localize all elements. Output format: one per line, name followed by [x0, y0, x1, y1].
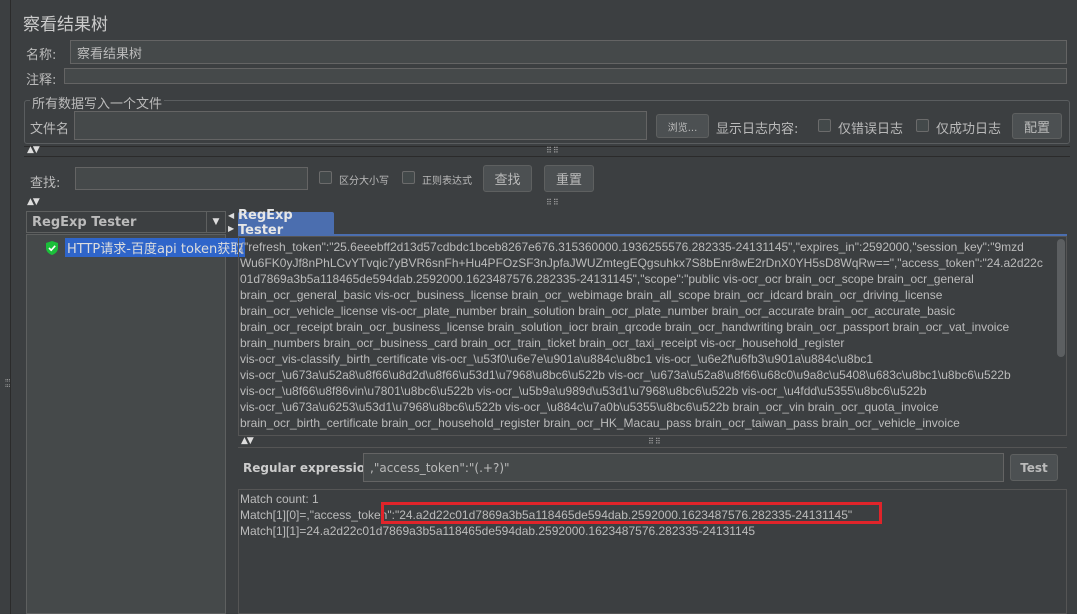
tree-item-label: HTTP请求-百度api token获取	[65, 238, 246, 257]
success-shield-icon	[45, 240, 59, 255]
file-section-legend: 所有数据写入一个文件	[30, 93, 165, 112]
success-only-checkbox[interactable]	[916, 119, 929, 132]
match-0-prefix: Match[1][0]=,"access_toke	[240, 508, 381, 522]
splitter2-arrows-icon[interactable]: ▲▼	[27, 197, 40, 207]
filename-input[interactable]	[74, 111, 647, 140]
search-input[interactable]	[75, 167, 308, 190]
match-1-line: Match[1][1]=24.a2d22c01d7869a3b5a118465d…	[240, 524, 756, 538]
results-tree[interactable]	[26, 234, 226, 614]
config-button[interactable]: 配置	[1012, 113, 1062, 139]
filename-label: 文件名	[30, 122, 70, 137]
chevron-down-icon: ▼	[206, 212, 225, 232]
find-button-label: 查找	[494, 173, 521, 188]
splitter-line	[24, 156, 1070, 157]
errors-only-checkbox[interactable]	[818, 119, 831, 132]
comment-field[interactable]	[64, 68, 1067, 84]
case-sensitive-label: 区分大小写	[339, 176, 389, 187]
name-field[interactable]: 察看结果树	[70, 40, 1067, 64]
renderer-select[interactable]: RegExp Tester ▼	[26, 211, 226, 233]
response-line: brain_ocr_birth_certificate brain_ocr_ho…	[240, 416, 960, 430]
name-label: 名称:	[26, 48, 57, 63]
response-line: vis-ocr_\u673a\u6253\u53d1\u7968\u8bc6\u…	[240, 400, 939, 414]
response-line: brain_numbers brain_ocr_business_card br…	[240, 336, 845, 350]
splitter-grip-icon[interactable]: ⠿⠿	[546, 146, 560, 155]
regex-label: 正则表达式	[422, 176, 472, 187]
page-title: 察看结果树	[23, 15, 108, 35]
response-line: brain_ocr_receipt brain_ocr_business_lic…	[240, 320, 1010, 334]
browse-button[interactable]: 浏览...	[656, 114, 709, 138]
tab-regexp-tester[interactable]: RegExp Tester	[238, 208, 334, 238]
name-field-value: 察看结果树	[77, 46, 143, 62]
left-edge-grip-icon[interactable]: ⠿⠿	[3, 378, 10, 389]
response-line: vis-ocr_\u673a\u52a8\u8f66\u8d2d\u8f66\u…	[240, 368, 1011, 382]
splitter2-grip-icon[interactable]: ⠿⠿	[546, 198, 560, 207]
test-button[interactable]: Test	[1010, 454, 1058, 481]
response-line: brain_ocr_general_basic vis-ocr_business…	[240, 288, 943, 302]
left-edge-handle[interactable]	[0, 0, 11, 614]
response-lines: {"refresh_token":"25.6eeebff2d13d57cdbdc…	[239, 237, 1066, 431]
response-line: brain_ocr_vehicle_license vis-ocr_plate_…	[240, 304, 956, 318]
splitter3-arrows-icon[interactable]: ▲▼	[241, 436, 254, 446]
regex-expression-input[interactable]: ,"access_token":"(.+?)"	[363, 453, 1004, 482]
reset-button-label: 重置	[555, 173, 582, 188]
vertical-splitter-left-arrow-icon[interactable]: ◀	[228, 211, 234, 220]
regex-expression-label: Regular expression:	[243, 461, 379, 475]
tree-item[interactable]: HTTP请求-百度api token获取	[45, 238, 246, 257]
errors-only-label: 仅错误日志	[838, 122, 904, 137]
response-line: vis-ocr_\u8f66\u8f86vin\u7801\u8bc6\u522…	[240, 384, 927, 398]
response-line: 01d7869a3b5a118465de594dab.2592000.16234…	[240, 272, 974, 286]
response-text-area[interactable]: {"refresh_token":"25.6eeebff2d13d57cdbdc…	[238, 236, 1067, 436]
find-button[interactable]: 查找	[483, 165, 532, 192]
regex-checkbox[interactable]	[402, 171, 415, 184]
case-sensitive-checkbox[interactable]	[319, 171, 332, 184]
response-scrollbar[interactable]	[1057, 239, 1065, 357]
response-line: Wu6FK0yJf8nPhLCvYTvqic7yBVR6snFh+Hu4PFOz…	[240, 256, 1043, 270]
search-label: 查找:	[30, 176, 61, 191]
config-button-label: 配置	[1023, 120, 1050, 136]
renderer-select-value: RegExp Tester	[32, 214, 137, 230]
log-content-label: 显示日志内容:	[716, 122, 799, 137]
comment-label: 注释:	[26, 73, 57, 88]
match-highlight-box	[381, 502, 882, 524]
test-button-label: Test	[1020, 460, 1048, 475]
reset-button[interactable]: 重置	[544, 165, 594, 192]
regex-expression-value: ,"access_token":"(.+?)"	[370, 460, 510, 475]
splitter-arrows-icon[interactable]: ▲▼	[27, 145, 40, 155]
browse-button-label: 浏览...	[667, 122, 698, 134]
response-line: {"refresh_token":"25.6eeebff2d13d57cdbdc…	[240, 240, 1024, 254]
vertical-splitter-right-arrow-icon[interactable]: ▶	[228, 224, 234, 233]
response-line: vis-ocr_vis-classify_birth_certificate v…	[240, 352, 874, 366]
success-only-label: 仅成功日志	[936, 122, 1002, 137]
splitter3-grip-icon[interactable]: ⠿⠿	[648, 437, 662, 446]
